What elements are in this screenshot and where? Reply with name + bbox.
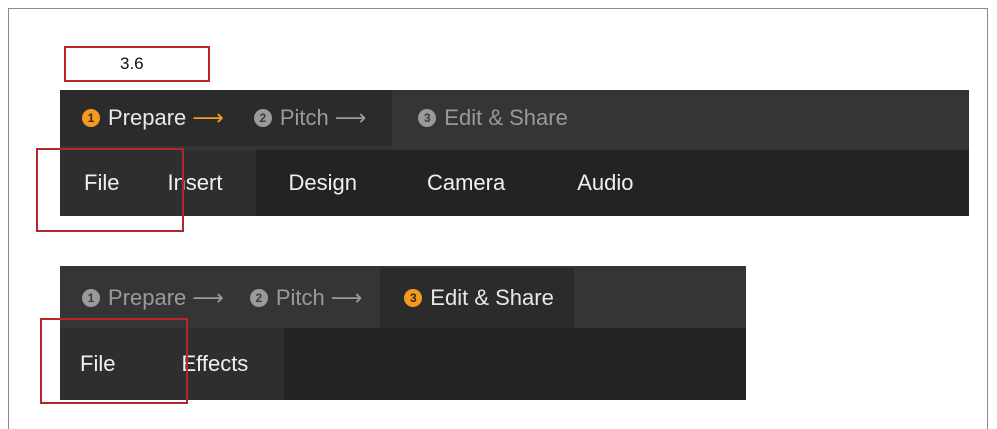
step-label: Edit & Share [430,285,554,310]
menu-camera[interactable]: Camera [391,150,541,216]
step-edit-share[interactable]: 3 Edit & Share [380,268,574,328]
step-number-icon: 1 [82,109,100,127]
arrow-right-icon: ⟶ [334,105,367,130]
step-number-icon: 1 [82,289,100,307]
step-number-icon: 2 [249,289,268,307]
highlight-file-menu-bottom [40,318,188,404]
menu-design[interactable]: Design [256,150,390,216]
step-number-icon: 3 [418,109,437,127]
toolbar-prepare-mode: 1 Prepare ⟶ 2 Pitch ⟶ 3 Edit & Share Fil… [60,90,969,216]
step-label: Pitch [279,105,329,130]
arrow-right-icon: ⟶ [192,105,224,130]
step-label: Pitch [275,285,325,310]
step-label: Prepare [108,285,187,310]
menu-audio[interactable]: Audio [541,150,653,216]
arrow-right-icon: ⟶ [330,285,363,310]
workflow-steps: 1 Prepare ⟶ 2 Pitch ⟶ 3 Edit & Share [60,90,588,146]
arrow-right-icon: ⟶ [192,285,224,310]
step-pitch[interactable]: 2 Pitch ⟶ [244,268,380,328]
step-edit-share[interactable]: 3 Edit & Share [392,90,588,146]
step-prepare[interactable]: 1 Prepare ⟶ [60,90,244,146]
step-number-icon: 3 [404,289,423,307]
step-label: Prepare [108,105,187,130]
ribbon-menu: File Insert Design Camera Audio [60,150,969,216]
version-label: 3.6 [64,46,210,82]
step-pitch[interactable]: 2 Pitch ⟶ [243,90,393,146]
step-label: Edit & Share [444,105,568,130]
step-number-icon: 2 [253,109,272,127]
highlight-file-menu-top [36,148,184,232]
